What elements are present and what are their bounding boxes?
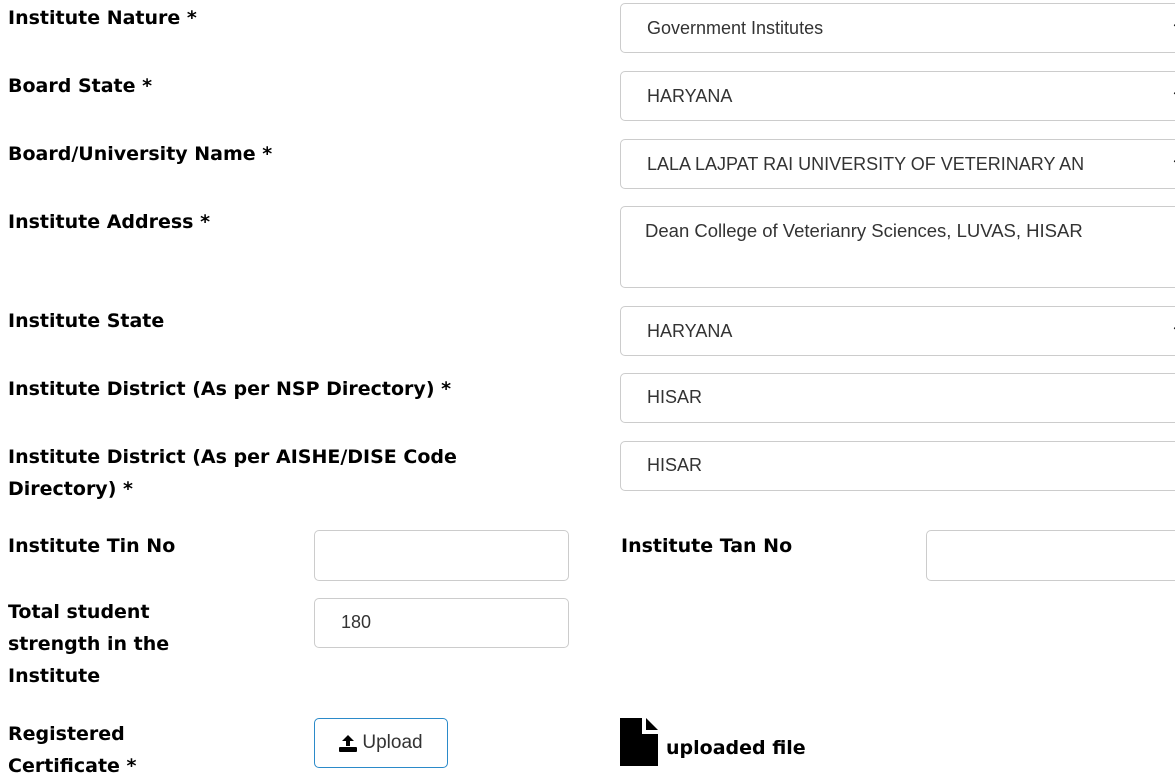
institute-state-value: HARYANA	[647, 321, 733, 341]
student-strength-label-line3: Institute	[8, 665, 101, 687]
student-strength-label-line2: strength in the	[8, 633, 170, 655]
district-aishe-label-line1: Institute District (As per AISHE/DISE Co…	[8, 446, 457, 468]
board-state-select[interactable]: HARYANA	[620, 71, 1175, 121]
institute-state-select[interactable]: HARYANA	[620, 306, 1175, 356]
district-nsp-input[interactable]: HISAR	[620, 373, 1175, 423]
uploaded-file-link[interactable]: uploaded file	[666, 732, 806, 764]
registered-certificate-label: Registered Certificate *	[8, 718, 136, 782]
institute-nature-value: Government Institutes	[647, 18, 824, 38]
tan-input[interactable]	[926, 530, 1175, 581]
tan-label: Institute Tan No	[621, 535, 793, 557]
institute-address-label: Institute Address *	[8, 211, 211, 233]
student-strength-label-line1: Total student	[8, 601, 150, 623]
board-state-label: Board State *	[8, 75, 153, 97]
tin-input[interactable]	[314, 530, 569, 581]
upload-button-label: Upload	[362, 732, 423, 753]
registered-certificate-label-line2: Certificate *	[8, 755, 137, 777]
district-aishe-label: Institute District (As per AISHE/DISE Co…	[8, 441, 457, 505]
board-university-label: Board/University Name *	[8, 143, 273, 165]
district-aishe-input[interactable]: HISAR	[620, 441, 1175, 491]
institute-nature-select[interactable]: Government Institutes	[620, 3, 1175, 53]
institute-nature-label: Institute Nature *	[8, 7, 197, 29]
student-strength-value: 180	[341, 612, 372, 632]
file-icon	[620, 718, 658, 766]
institute-state-label: Institute State	[8, 310, 165, 332]
district-nsp-label: Institute District (As per NSP Directory…	[8, 378, 452, 400]
institute-address-value: Dean College of Veterianry Sciences, LUV…	[645, 220, 1083, 241]
tin-label: Institute Tin No	[8, 535, 176, 557]
upload-button[interactable]: Upload	[314, 718, 448, 768]
institute-address-textarea[interactable]: Dean College of Veterianry Sciences, LUV…	[620, 206, 1175, 288]
registered-certificate-label-line1: Registered	[8, 723, 125, 745]
board-university-value: LALA LAJPAT RAI UNIVERSITY OF VETERINARY…	[647, 154, 1085, 174]
district-aishe-label-line2: Directory) *	[8, 478, 133, 500]
board-state-value: HARYANA	[647, 86, 733, 106]
student-strength-input[interactable]: 180	[314, 598, 569, 648]
district-aishe-value: HISAR	[647, 455, 703, 475]
board-university-select[interactable]: LALA LAJPAT RAI UNIVERSITY OF VETERINARY…	[620, 139, 1175, 189]
upload-icon	[339, 734, 358, 752]
student-strength-label: Total student strength in the Institute	[8, 596, 169, 692]
district-nsp-value: HISAR	[647, 387, 703, 407]
